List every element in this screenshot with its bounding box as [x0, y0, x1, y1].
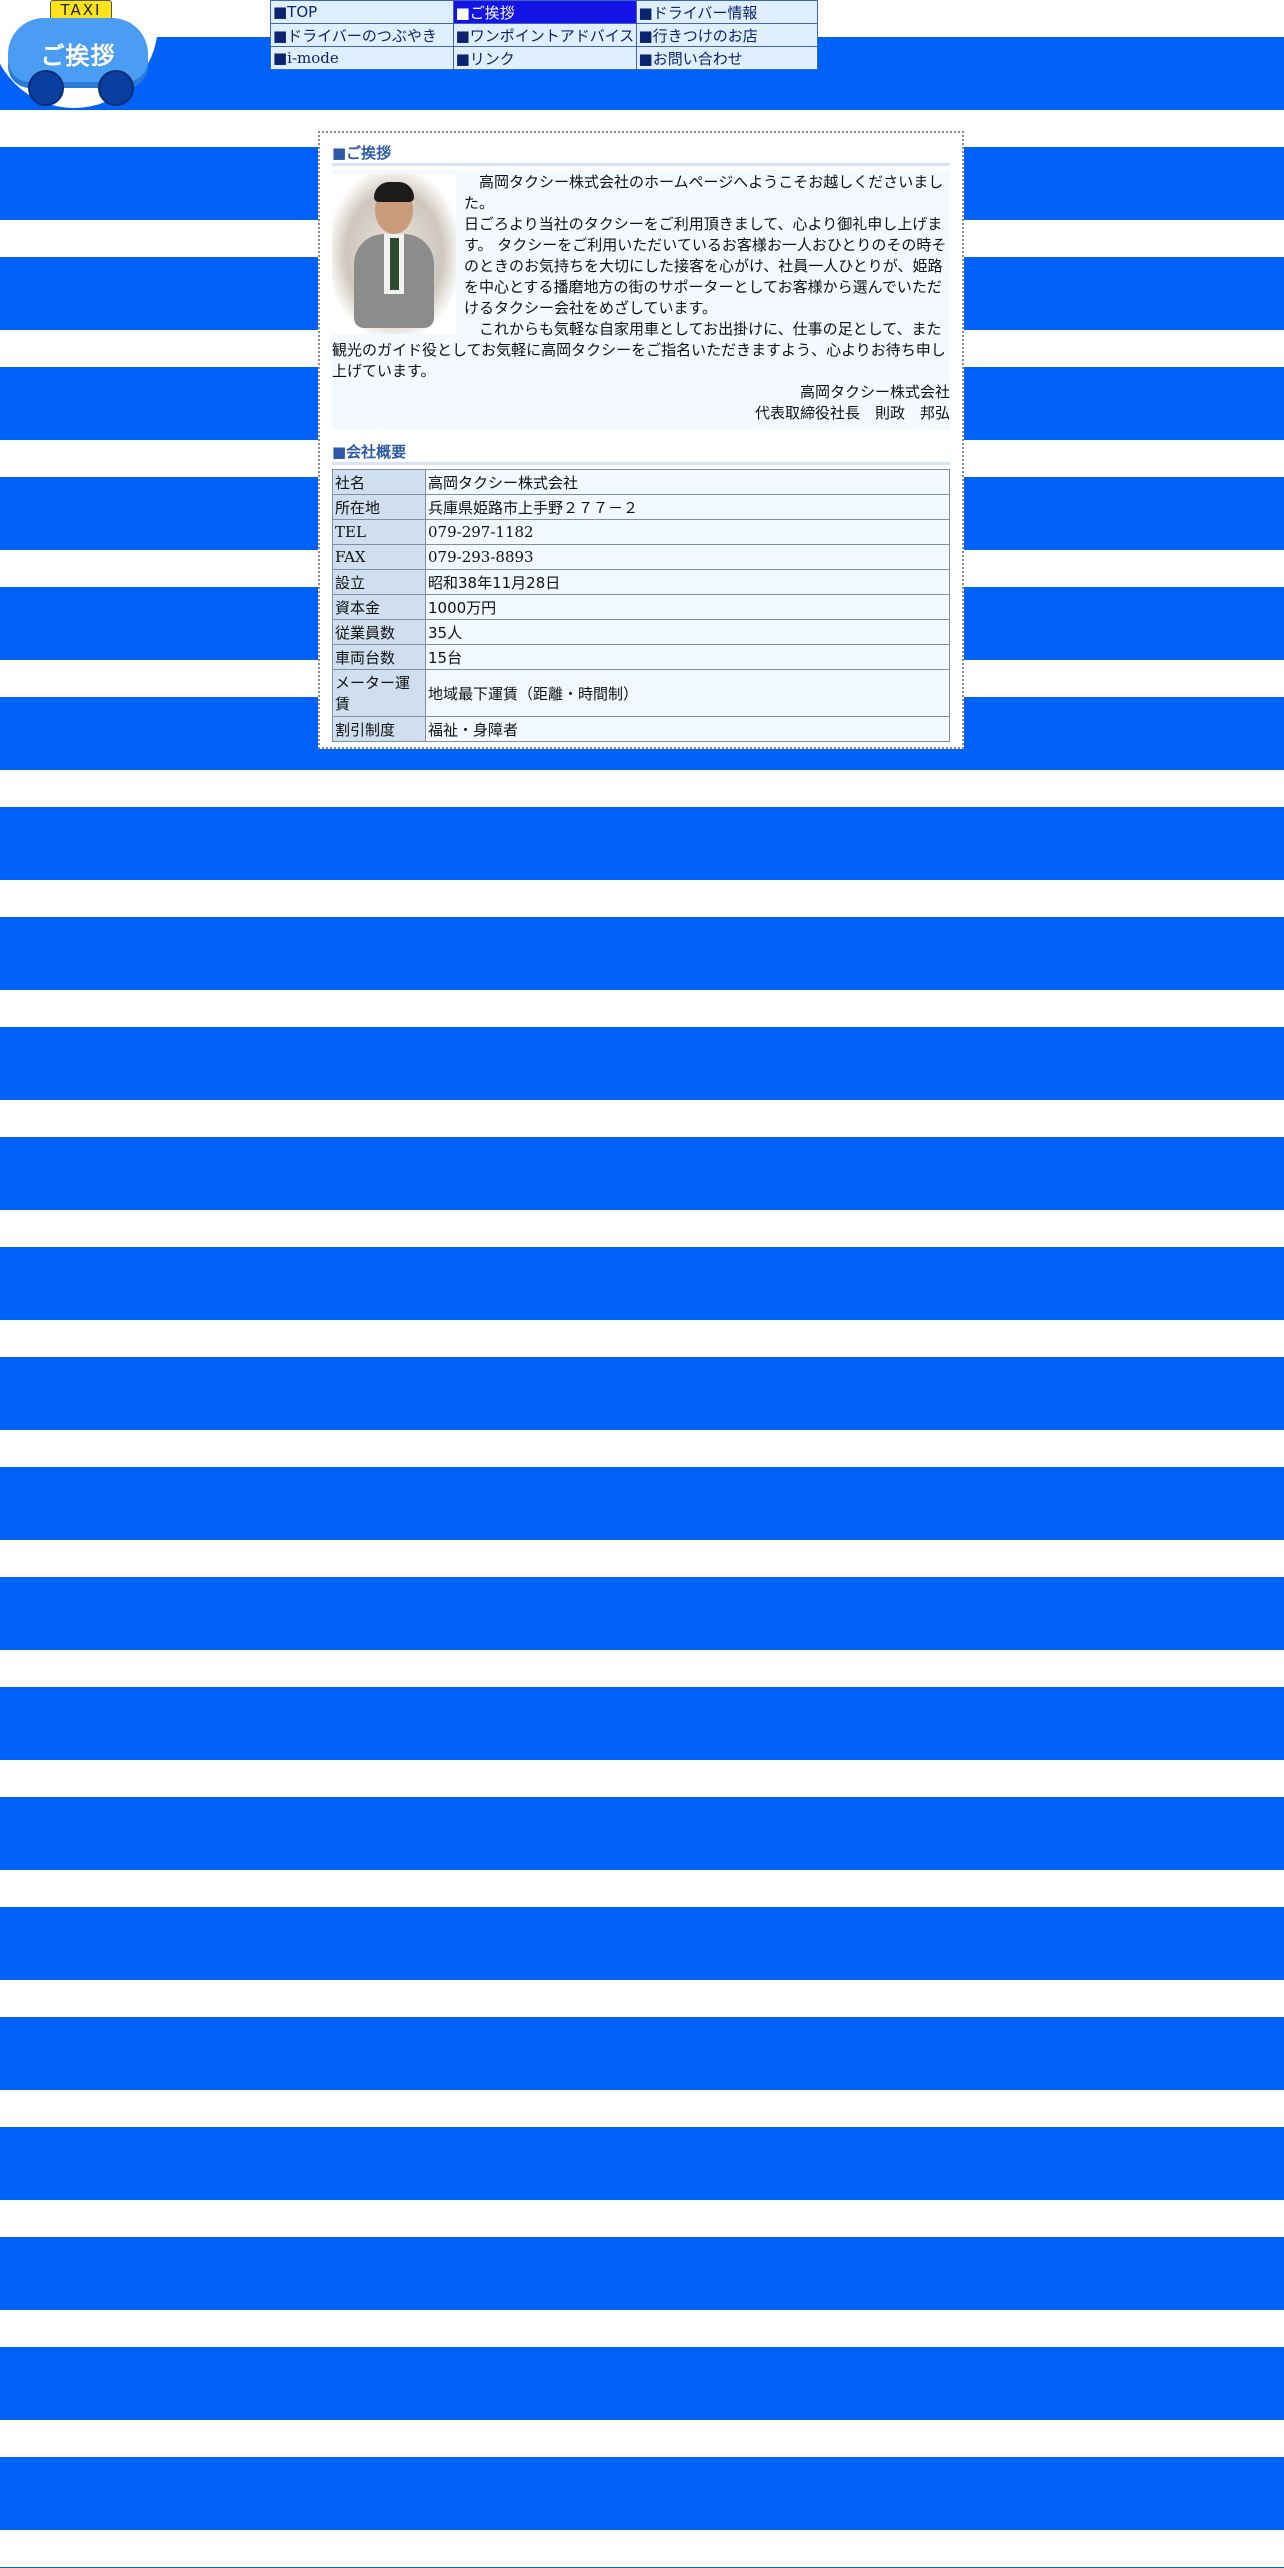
nav-link-imode[interactable]: ■i-mode — [270, 46, 454, 70]
value-employees: 35人 — [426, 620, 949, 644]
table-row: 社名 高岡タクシー株式会社 — [333, 470, 949, 494]
label-meter-fare: メーター運賃 — [333, 670, 425, 716]
nav-link-greeting[interactable]: ■ご挨拶 — [452, 0, 637, 24]
label-company-name: 社名 — [333, 470, 425, 494]
taxi-logo[interactable]: TAXI ご挨拶 — [0, 0, 160, 110]
table-row: 設立 昭和38年11月28日 — [333, 570, 949, 594]
nav-link-driver-mutterings[interactable]: ■ドライバーのつぶやき — [270, 23, 454, 47]
content-panel: ■ご挨拶 高岡タクシー株式会社のホームページへようこそお越しくださいました。 日… — [318, 131, 964, 749]
table-row: 所在地 兵庫県姫路市上手野２７７－２ — [333, 495, 949, 519]
label-tel: TEL — [333, 520, 425, 544]
label-address: 所在地 — [333, 495, 425, 519]
nav-link-links[interactable]: ■リンク — [452, 46, 637, 70]
photo-hair — [374, 182, 414, 202]
label-fax: FAX — [333, 545, 425, 569]
signature-president: 代表取締役社長 則政 邦弘 — [754, 404, 950, 422]
label-discount: 割引制度 — [333, 717, 425, 741]
nav-link-contact[interactable]: ■お問い合わせ — [635, 46, 819, 70]
logo-page-title: ご挨拶 — [40, 42, 116, 70]
table-row: メーター運賃 地域最下運賃（距離・時間制） — [333, 670, 949, 716]
nav-link-one-point-advice[interactable]: ■ワンポイントアドバイス — [452, 23, 637, 47]
taxi-sign: TAXI — [50, 0, 112, 20]
table-row: 割引制度 福祉・身障者 — [333, 717, 949, 741]
value-meter-fare: 地域最下運賃（距離・時間制） — [426, 670, 949, 716]
value-discount: 福祉・身障者 — [426, 717, 949, 741]
greeting-heading: ■ご挨拶 — [332, 143, 950, 166]
table-row: TEL 079-297-1182 — [333, 520, 949, 544]
value-company-name: 高岡タクシー株式会社 — [426, 470, 949, 494]
wheel-icon — [28, 70, 64, 106]
table-row: 車両台数 15台 — [333, 645, 949, 669]
greeting-section: 高岡タクシー株式会社のホームページへようこそお越しくださいました。 日ごろより当… — [332, 170, 950, 430]
value-address: 兵庫県姫路市上手野２７７－２ — [426, 495, 949, 519]
nav-link-favorite-shops[interactable]: ■行きつけのお店 — [635, 23, 819, 47]
signature-company: 高岡タクシー株式会社 — [799, 383, 950, 401]
table-row: 従業員数 35人 — [333, 620, 949, 644]
table-row: 資本金 1000万円 — [333, 595, 949, 619]
label-capital: 資本金 — [333, 595, 425, 619]
value-capital: 1000万円 — [426, 595, 949, 619]
wheel-icon — [98, 70, 134, 106]
label-established: 設立 — [333, 570, 425, 594]
table-row: FAX 079-293-8893 — [333, 545, 949, 569]
keywords-text: 姫路,タクシー,高岡タクシー,則政邦弘,姫路情報,293-2523 — [0, 110, 396, 128]
label-employees: 従業員数 — [333, 620, 425, 644]
value-tel: 079-297-1182 — [426, 520, 949, 544]
company-overview-heading: ■会社概要 — [332, 442, 950, 465]
value-fax: 079-293-8893 — [426, 545, 949, 569]
president-photo-icon — [332, 174, 456, 334]
value-vehicles: 15台 — [426, 645, 949, 669]
company-info-table: 社名 高岡タクシー株式会社 所在地 兵庫県姫路市上手野２７７－２ TEL 079… — [332, 469, 950, 742]
value-established: 昭和38年11月28日 — [426, 570, 949, 594]
label-vehicles: 車両台数 — [333, 645, 425, 669]
main-navigation: ■TOP ■ご挨拶 ■ドライバー情報 ■ドライバーのつぶやき ■ワンポイントアド… — [270, 0, 819, 70]
nav-link-top[interactable]: ■TOP — [270, 0, 454, 24]
photo-tie — [390, 238, 399, 290]
nav-link-driver-info[interactable]: ■ドライバー情報 — [635, 0, 819, 24]
